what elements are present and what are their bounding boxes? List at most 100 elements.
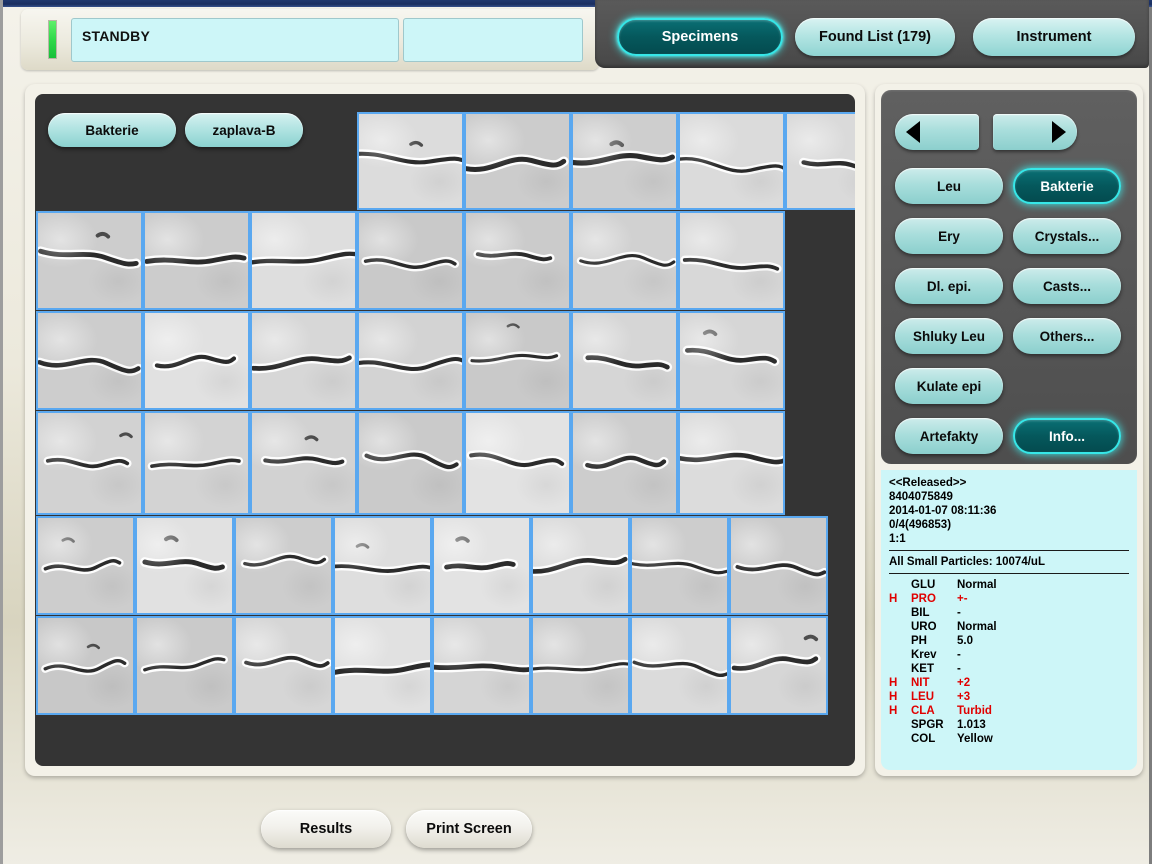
cat-artefakty[interactable]: Artefakty: [895, 418, 1003, 454]
chemistry-row: PH 5.0: [889, 634, 1129, 648]
thumbnail-cell[interactable]: [630, 616, 729, 715]
chemistry-name: LEU: [911, 691, 934, 703]
cat-casts[interactable]: Casts...: [1013, 268, 1121, 304]
class-pill-zaplava[interactable]: zaplava-B: [185, 113, 303, 147]
thumbnail-cell[interactable]: [135, 516, 234, 615]
thumbnail-cell[interactable]: [678, 411, 785, 515]
chemistry-name: COL: [911, 733, 936, 745]
thumbnail-cell[interactable]: [357, 311, 464, 410]
chemistry-name: CLA: [911, 705, 935, 717]
thumbnail-cell[interactable]: [250, 411, 357, 515]
status-secondary-field: [403, 18, 583, 62]
thumbnail-cell[interactable]: [729, 516, 828, 615]
cat-bakterie[interactable]: Bakterie: [1013, 168, 1121, 204]
chemistry-value: Normal: [957, 621, 997, 633]
thumbnail-cell[interactable]: [36, 211, 143, 310]
specimen-info-panel: <<Released>> 8404075849 2014-01-07 08:11…: [881, 470, 1137, 770]
thumbnail-row: [36, 311, 785, 410]
application-window: STANDBY Specimens Found List (179) Instr…: [0, 0, 1152, 864]
thumbnail-cell[interactable]: [464, 112, 571, 210]
thumbnail-cell[interactable]: [571, 311, 678, 410]
chemistry-row: Krev -: [889, 648, 1129, 662]
tab-instrument[interactable]: Instrument: [973, 18, 1135, 56]
info-header: <<Released>> 8404075849 2014-01-07 08:11…: [889, 476, 1129, 546]
chemistry-name: URO: [911, 621, 937, 633]
chemistry-row: H CLA Turbid: [889, 704, 1129, 718]
chemistry-name: Krev: [911, 649, 937, 661]
thumbnail-cell[interactable]: [464, 311, 571, 410]
thumbnail-stage: Bakterie zaplava-B: [35, 94, 855, 766]
thumbnail-cell[interactable]: [729, 616, 828, 715]
chemistry-name: PRO: [911, 593, 936, 605]
top-tab-bar: Specimens Found List (179) Instrument: [595, 0, 1149, 68]
chemistry-value: +2: [957, 677, 971, 689]
thumbnail-cell[interactable]: [357, 211, 464, 310]
thumbnail-cell[interactable]: [143, 211, 250, 310]
thumbnail-cell[interactable]: [678, 112, 785, 210]
category-button-panel: Leu Bakterie Ery Crystals... Dl. epi. Casts..…: [881, 90, 1137, 464]
thumbnail-cell[interactable]: [678, 311, 785, 410]
cat-others[interactable]: Others...: [1013, 318, 1121, 354]
thumbnail-cell[interactable]: [531, 516, 630, 615]
thumbnail-cell[interactable]: [143, 411, 250, 515]
chemistry-name: NIT: [911, 677, 930, 689]
class-pill-bakterie[interactable]: Bakterie: [48, 113, 176, 147]
chemistry-results-table: GLU Normal H PRO +- BIL - URO Normal PH 5.0 Krev - KE…: [889, 578, 1129, 746]
thumbnail-cell[interactable]: [36, 516, 135, 615]
chemistry-row: GLU Normal: [889, 578, 1129, 592]
print-screen-button[interactable]: Print Screen: [406, 810, 532, 848]
thumbnail-cell[interactable]: [531, 616, 630, 715]
thumbnail-cell[interactable]: [571, 211, 678, 310]
chemistry-value: -: [957, 607, 961, 619]
chemistry-name: KET: [911, 663, 934, 675]
thumbnail-cell[interactable]: [571, 411, 678, 515]
cat-crystals[interactable]: Crystals...: [1013, 218, 1121, 254]
status-bar: STANDBY: [21, 9, 599, 70]
chemistry-row: BIL -: [889, 606, 1129, 620]
thumbnail-cell[interactable]: [464, 411, 571, 515]
thumbnail-cell[interactable]: [630, 516, 729, 615]
thumbnail-cell[interactable]: [234, 616, 333, 715]
thumbnail-cell[interactable]: [250, 311, 357, 410]
thumbnail-cell[interactable]: [135, 616, 234, 715]
chemistry-value: +3: [957, 691, 971, 703]
next-page-button[interactable]: [993, 114, 1077, 150]
info-position: 0/4(496853): [889, 519, 952, 531]
chemistry-value: +-: [957, 593, 968, 605]
cat-info[interactable]: Info...: [1013, 418, 1121, 454]
thumbnail-cell[interactable]: [143, 311, 250, 410]
thumbnail-cell[interactable]: [785, 112, 855, 210]
chemistry-value: -: [957, 649, 961, 661]
thumbnail-cell[interactable]: [36, 616, 135, 715]
thumbnail-cell[interactable]: [250, 211, 357, 310]
thumbnail-cell[interactable]: [36, 311, 143, 410]
results-button[interactable]: Results: [261, 810, 391, 848]
tab-specimens[interactable]: Specimens: [617, 18, 783, 56]
tab-found-list[interactable]: Found List (179): [795, 18, 955, 56]
cat-leu[interactable]: Leu: [895, 168, 1003, 204]
thumbnail-cell[interactable]: [571, 112, 678, 210]
prev-page-button[interactable]: [895, 114, 979, 150]
cat-dl-epi[interactable]: Dl. epi.: [895, 268, 1003, 304]
chemistry-row: COL Yellow: [889, 732, 1129, 746]
chemistry-name: GLU: [911, 579, 936, 591]
cat-kulate-epi[interactable]: Kulate epi: [895, 368, 1003, 404]
thumbnail-cell[interactable]: [357, 411, 464, 515]
triangle-left-icon: [906, 121, 920, 143]
thumbnail-cell[interactable]: [333, 516, 432, 615]
status-state-field: STANDBY: [71, 18, 399, 62]
thumbnail-cell[interactable]: [36, 411, 143, 515]
thumbnail-cell[interactable]: [357, 112, 464, 210]
thumbnail-row: [36, 411, 785, 515]
thumbnail-cell[interactable]: [464, 211, 571, 310]
chemistry-row: H NIT +2: [889, 676, 1129, 690]
chemistry-value: Turbid: [957, 705, 992, 717]
thumbnail-cell[interactable]: [333, 616, 432, 715]
thumbnail-cell[interactable]: [432, 616, 531, 715]
thumbnail-cell[interactable]: [678, 211, 785, 310]
thumbnail-cell[interactable]: [234, 516, 333, 615]
thumbnail-cell[interactable]: [432, 516, 531, 615]
cat-shluky-leu[interactable]: Shluky Leu: [895, 318, 1003, 354]
cat-ery[interactable]: Ery: [895, 218, 1003, 254]
chemistry-value: 5.0: [957, 635, 973, 647]
